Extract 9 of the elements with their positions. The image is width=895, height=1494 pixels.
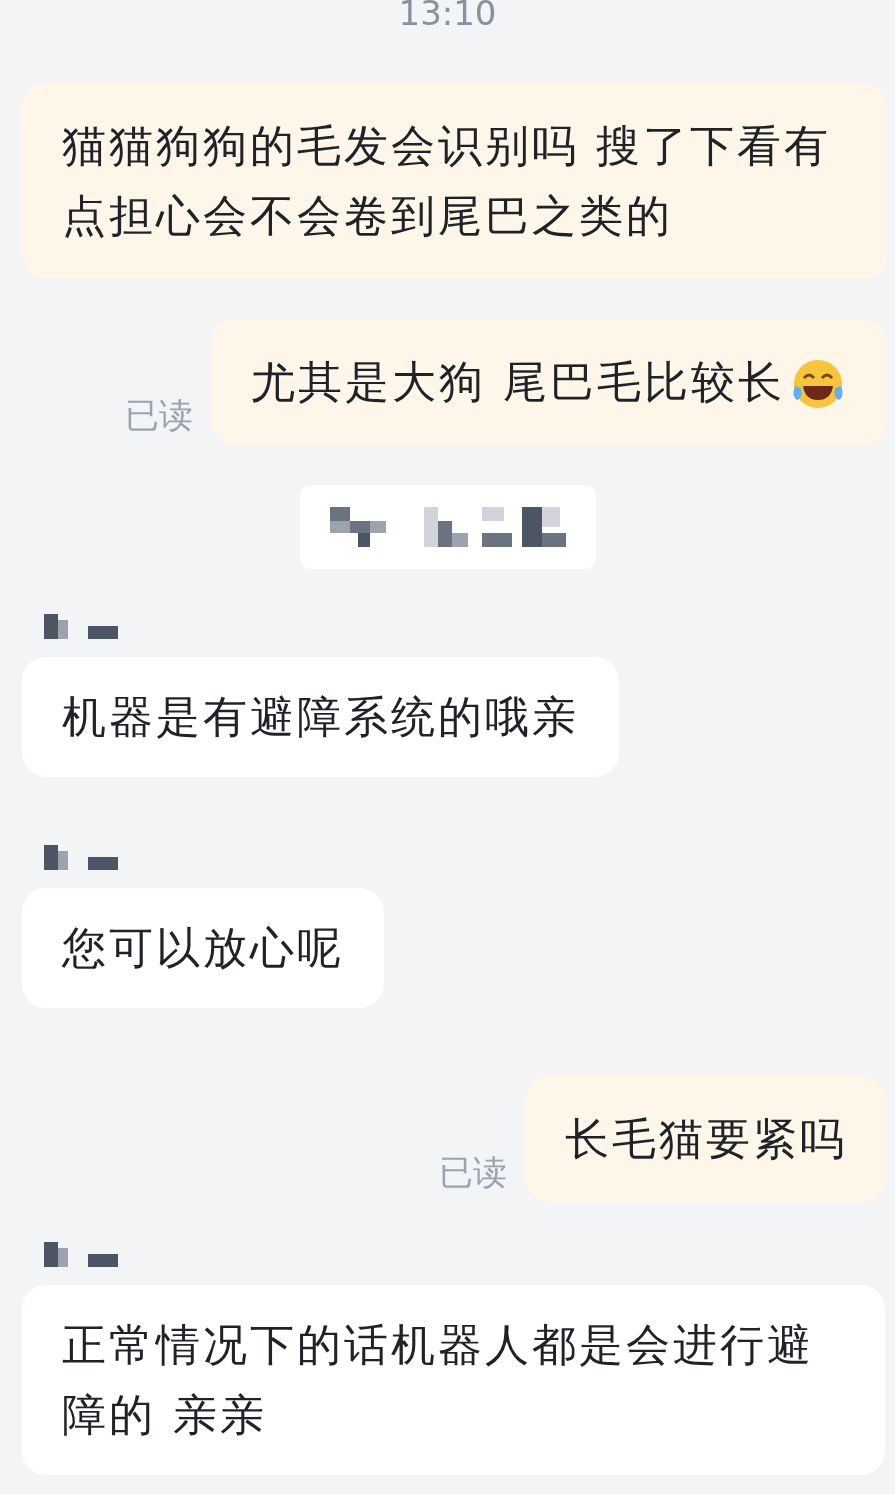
read-receipt: 已读 [125,394,193,437]
message-text: 机器是有避障系统的哦亲 [62,691,579,742]
read-receipt: 已读 [439,1151,507,1194]
message-text: 正常情况下的话机器人都是会进行避障的 亲亲 [62,1319,814,1440]
message-text: 长毛猫要紧吗 [565,1113,847,1164]
message-text: 尤其是大狗 尾巴毛比较长 [251,356,785,407]
message-text: 您可以放心呢 [62,922,344,973]
message-text: 猫猫狗狗的毛发会识别吗 搜了下看有点担心会不会卷到尾巴之类的 [62,120,831,241]
timestamp: 13:10 [398,0,497,35]
